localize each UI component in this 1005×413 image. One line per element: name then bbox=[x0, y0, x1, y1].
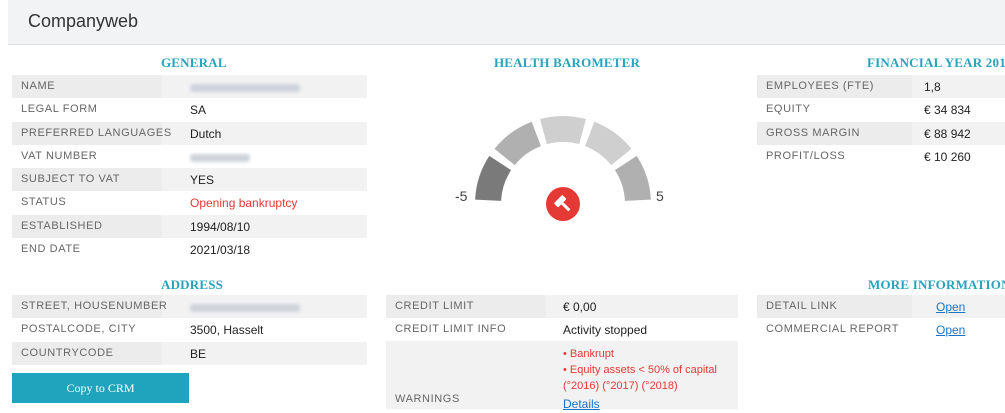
row-value-redacted bbox=[190, 150, 250, 164]
table-row: CREDIT LIMIT € 0,00 bbox=[386, 295, 738, 319]
table-row: STREET, HOUSENUMBER bbox=[12, 295, 367, 319]
row-value: € 0,00 bbox=[563, 300, 597, 314]
row-key: EMPLOYEES (FTE) bbox=[766, 80, 875, 92]
gauge-segment bbox=[475, 155, 512, 201]
row-key: PREFERRED LANGUAGES bbox=[21, 126, 172, 139]
section-title-health: HEALTH BAROMETER bbox=[494, 55, 641, 70]
row-value: Opening bankruptcy bbox=[190, 196, 298, 211]
gauge-min-label: -5 bbox=[455, 188, 468, 204]
credit-table: CREDIT LIMIT € 0,00 CREDIT LIMIT INFO Activ… bbox=[386, 295, 738, 342]
row-key: POSTALCODE, CITY bbox=[21, 323, 137, 336]
general-table: NAME LEGAL FORM SA PREFERRED LANGUAGES Dutch… bbox=[12, 75, 367, 261]
row-value-redacted bbox=[190, 300, 300, 314]
row-key: NAME bbox=[21, 80, 56, 92]
row-key: COUNTRYCODE bbox=[21, 346, 114, 359]
row-key: STATUS bbox=[21, 196, 67, 209]
row-key: VAT NUMBER bbox=[21, 149, 98, 162]
table-row: COMMERCIAL REPORT Open bbox=[757, 318, 1005, 341]
table-row: ESTABLISHED 1994/08/10 bbox=[12, 214, 367, 239]
gauge-segment bbox=[540, 116, 586, 145]
row-value: Open bbox=[936, 300, 965, 314]
table-row: LEGAL FORM SA bbox=[12, 98, 367, 121]
table-row: END DATE 2021/03/18 bbox=[12, 238, 367, 261]
row-value: Dutch bbox=[190, 126, 222, 141]
table-row: EQUITY € 34 834 bbox=[757, 98, 1005, 121]
row-value: 1,8 bbox=[924, 80, 941, 94]
gauge-max-label: 5 bbox=[656, 188, 664, 204]
row-value: Activity stopped bbox=[563, 323, 648, 338]
row-value: SA bbox=[190, 103, 207, 118]
open-link[interactable]: Open bbox=[936, 323, 965, 337]
table-row: PROFIT/LOSS € 10 260 bbox=[757, 145, 1005, 168]
row-key: CREDIT LIMIT INFO bbox=[395, 323, 507, 336]
table-row: DETAIL LINK Open bbox=[757, 295, 1005, 319]
table-row: CREDIT LIMIT INFO Activity stopped bbox=[386, 318, 738, 341]
table-row: COUNTRYCODE BE bbox=[12, 341, 367, 365]
section-title-address: ADDRESS bbox=[161, 277, 224, 292]
warning-item: (°2016) (°2017) (°2018) bbox=[563, 380, 678, 392]
table-row: PREFERRED LANGUAGES Dutch bbox=[12, 121, 367, 145]
row-key: GROSS MARGIN bbox=[766, 126, 860, 139]
section-title-more-information: MORE INFORMATION bbox=[868, 277, 1005, 292]
row-value: YES bbox=[190, 173, 215, 188]
row-key: CREDIT LIMIT bbox=[395, 300, 475, 312]
row-key: STREET, HOUSENUMBER bbox=[21, 300, 168, 312]
financial-table: EMPLOYEES (FTE) 1,8 EQUITY € 34 834 GROSS MA… bbox=[757, 75, 1005, 168]
table-row: GROSS MARGIN € 88 942 bbox=[757, 121, 1005, 145]
gauge-segment bbox=[494, 121, 541, 166]
row-key: SUBJECT TO VAT bbox=[21, 173, 121, 186]
health-barometer-gauge bbox=[475, 116, 651, 221]
table-row: STATUS Opening bankruptcy bbox=[12, 191, 367, 214]
row-key: DETAIL LINK bbox=[766, 300, 838, 312]
app-title: Companyweb bbox=[28, 11, 139, 31]
table-row: VAT NUMBER bbox=[12, 145, 367, 168]
row-value: € 34 834 bbox=[924, 103, 971, 118]
gauge-segment bbox=[585, 121, 632, 166]
row-value: BE bbox=[190, 346, 207, 361]
row-value: € 10 260 bbox=[924, 149, 971, 164]
open-link[interactable]: Open bbox=[936, 300, 965, 314]
row-value: € 88 942 bbox=[924, 126, 971, 141]
section-title-financial: FINANCIAL YEAR 2018 bbox=[867, 55, 1005, 70]
row-value: 2021/03/18 bbox=[190, 243, 251, 258]
more-information-table: DETAIL LINK Open COMMERCIAL REPORT Open bbox=[757, 295, 1005, 342]
address-table: STREET, HOUSENUMBER POSTALCODE, CITY 3500,… bbox=[12, 295, 367, 365]
table-row: POSTALCODE, CITY 3500, Hasselt bbox=[12, 318, 367, 341]
row-key: LEGAL FORM bbox=[21, 103, 98, 116]
gauge-segment bbox=[614, 155, 651, 201]
warnings-list: • Bankrupt • Equity assets < 50% of capi… bbox=[563, 346, 717, 394]
table-row: SUBJECT TO VAT YES bbox=[12, 168, 367, 192]
row-key: END DATE bbox=[21, 243, 81, 256]
table-row: EMPLOYEES (FTE) 1,8 bbox=[757, 75, 1005, 99]
app-header: Companyweb bbox=[8, 0, 1005, 45]
row-value: 1994/08/10 bbox=[190, 219, 251, 234]
warnings-label: WARNINGS bbox=[395, 393, 460, 405]
row-key: COMMERCIAL REPORT bbox=[766, 323, 900, 336]
row-key: EQUITY bbox=[766, 103, 811, 116]
table-row: NAME bbox=[12, 75, 367, 99]
row-value-redacted bbox=[190, 80, 300, 94]
row-key: PROFIT/LOSS bbox=[766, 149, 846, 162]
warning-item: • Equity assets < 50% of capital bbox=[563, 364, 717, 376]
copy-to-crm-button[interactable]: Copy to CRM bbox=[12, 373, 189, 403]
row-value: 3500, Hasselt bbox=[190, 323, 264, 338]
section-title-general: GENERAL bbox=[161, 55, 227, 70]
row-value: Open bbox=[936, 323, 965, 337]
warning-item: • Bankrupt bbox=[563, 348, 614, 360]
row-key: ESTABLISHED bbox=[21, 219, 103, 232]
